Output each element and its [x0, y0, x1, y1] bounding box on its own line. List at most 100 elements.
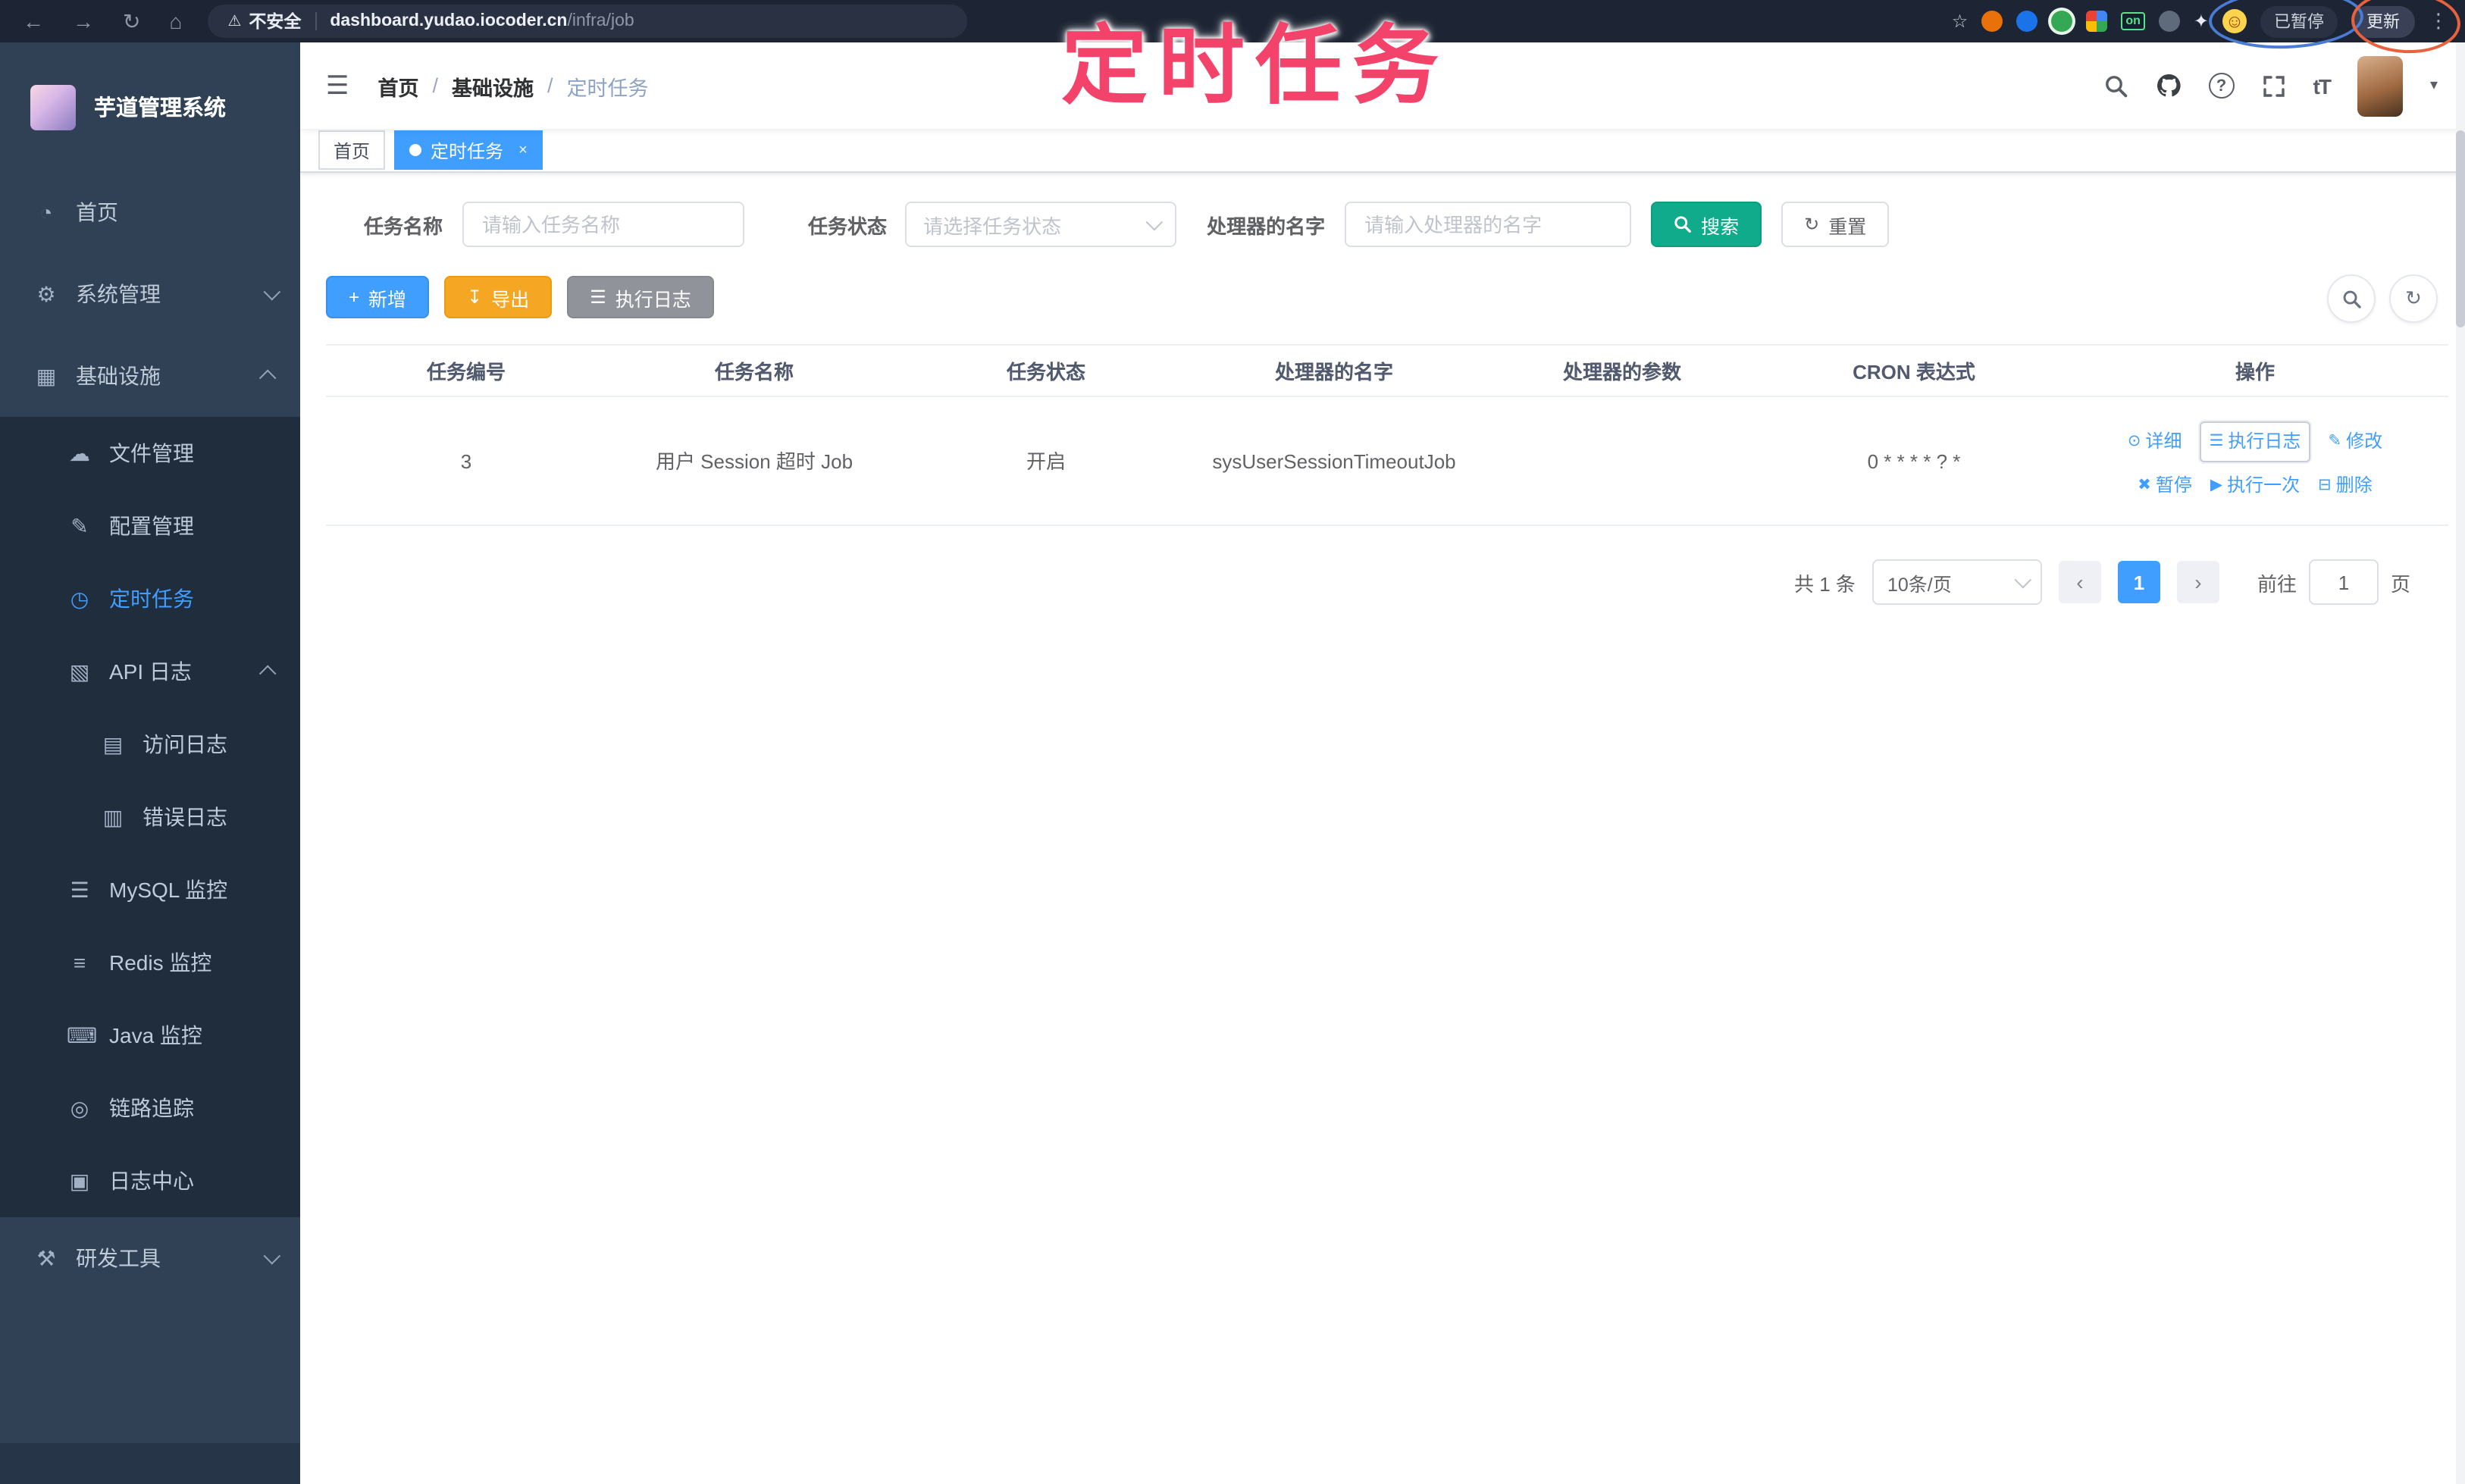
- security-label[interactable]: 不安全: [249, 9, 301, 33]
- next-page-button[interactable]: ›: [2176, 561, 2219, 603]
- sidebar-item-log-center[interactable]: ▣ 日志中心: [0, 1144, 300, 1217]
- app-frame: 芋道管理系统 ◔ 首页 ⚙ 系统管理 ▦ 基础设施 ☁ 文件管理 ✎ 配置管理 …: [0, 42, 2465, 1484]
- address-bar[interactable]: ⚠ 不安全 dashboard.yudao.iocoder.cn /infra/…: [208, 5, 968, 38]
- extension-blue-icon[interactable]: [2016, 11, 2038, 32]
- search-button[interactable]: 搜索: [1651, 202, 1762, 247]
- sidebar-item-trace[interactable]: ◎ 链路追踪: [0, 1072, 300, 1144]
- browser-extensions: ☆ on ✦ ☺ 已暂停 更新 ⋮: [1952, 5, 2453, 37]
- extension-on-badge-icon[interactable]: on: [2121, 12, 2145, 30]
- toggle-search-icon[interactable]: [2327, 274, 2376, 323]
- sidebar-submenu-infra: ☁ 文件管理 ✎ 配置管理 ◷ 定时任务 ▧ API 日志 ▤ 访问日志 ▥ 错…: [0, 417, 300, 1217]
- app-logo[interactable]: 芋道管理系统: [0, 42, 300, 171]
- extensions-puzzle-icon[interactable]: ✦: [2194, 11, 2209, 32]
- sidebar-item-file-manage[interactable]: ☁ 文件管理: [0, 417, 300, 490]
- stack-icon: ≡: [73, 950, 86, 975]
- reset-button[interactable]: ↻ 重置: [1781, 202, 1890, 247]
- cell-actions: ⊙ 详细 ☰ 执行日志 ✎ 修改 ✖ 暂停 ▶ 执行一次 ⊟ 删除: [2062, 396, 2448, 526]
- sidebar-collapse-icon[interactable]: ☰: [326, 73, 349, 99]
- avatar-caret-down-icon[interactable]: ▾: [2430, 77, 2438, 94]
- sidebar-item-scheduled-job[interactable]: ◷ 定时任务: [0, 562, 300, 635]
- sidebar-item-label: 链路追踪: [109, 1096, 194, 1120]
- forward-icon[interactable]: →: [73, 11, 94, 32]
- page-number-1[interactable]: 1: [2117, 561, 2160, 603]
- sync-paused-chip[interactable]: 已暂停: [2260, 5, 2338, 37]
- pagination-total: 共 1 条: [1794, 572, 1856, 595]
- profile-emoji-avatar[interactable]: ☺: [2222, 9, 2247, 33]
- error-log-icon: ▥: [102, 804, 124, 828]
- close-icon[interactable]: ×: [518, 142, 528, 158]
- page-size-select[interactable]: 10条/页: [1871, 559, 2042, 605]
- clock-icon: ◷: [70, 586, 89, 610]
- sidebar-item-java-monitor[interactable]: ⌨ Java 监控: [0, 999, 300, 1072]
- eye-icon: ⊙: [2127, 431, 2141, 449]
- export-button[interactable]: ↧ 导出: [444, 276, 553, 318]
- download-icon: ↧: [467, 286, 483, 308]
- table-tools: ↻: [2327, 274, 2438, 323]
- sidebar-item-label: Redis 监控: [109, 950, 212, 975]
- fullscreen-icon[interactable]: [2262, 74, 2286, 98]
- breadcrumb: 首页 / 基础设施 / 定时任务: [378, 70, 649, 101]
- help-icon[interactable]: ?: [2208, 73, 2235, 99]
- pause-link[interactable]: ✖ 暂停: [2138, 469, 2192, 501]
- home-icon[interactable]: ⌂: [169, 11, 182, 32]
- sidebar-item-config-manage[interactable]: ✎ 配置管理: [0, 490, 300, 562]
- tab-home[interactable]: 首页: [318, 130, 386, 170]
- table-header-row: 任务编号 任务名称 任务状态 处理器的名字 处理器的参数 CRON 表达式 操作: [326, 344, 2448, 397]
- edit-link[interactable]: ✎ 修改: [2328, 425, 2382, 457]
- url-divider: [315, 12, 317, 30]
- extension-grid-icon[interactable]: [2086, 11, 2108, 32]
- browser-menu-icon[interactable]: ⋮: [2429, 9, 2448, 33]
- edit-icon: ✎: [2328, 431, 2342, 449]
- breadcrumb-home[interactable]: 首页: [378, 70, 419, 101]
- font-size-icon[interactable]: tT: [2313, 74, 2332, 98]
- refresh-icon[interactable]: ↻: [2389, 274, 2438, 323]
- extension-green-icon[interactable]: [2051, 11, 2073, 32]
- prev-page-button[interactable]: ‹: [2058, 561, 2101, 603]
- reload-icon[interactable]: ↻: [123, 11, 140, 32]
- breadcrumb-infra[interactable]: 基础设施: [452, 70, 534, 101]
- user-avatar[interactable]: [2357, 55, 2403, 116]
- handler-name-input[interactable]: [1345, 202, 1632, 247]
- sidebar-item-api-log[interactable]: ▧ API 日志: [0, 635, 300, 708]
- update-button[interactable]: 更新: [2351, 5, 2415, 37]
- github-icon[interactable]: [2156, 73, 2182, 99]
- cell-handler-name: sysUserSessionTimeoutJob: [1190, 396, 1478, 526]
- screen: ← → ↻ ⌂ ⚠ 不安全 dashboard.yudao.iocoder.cn…: [0, 0, 2465, 1484]
- chevron-up-icon: [258, 665, 277, 683]
- job-status-select[interactable]: 请选择任务状态: [905, 202, 1177, 247]
- sidebar-item-system[interactable]: ⚙ 系统管理: [0, 253, 300, 335]
- sidebar-item-infra[interactable]: ▦ 基础设施: [0, 335, 300, 417]
- extension-monkey-icon[interactable]: [2158, 11, 2180, 32]
- add-button[interactable]: + 新增: [326, 276, 430, 318]
- extension-orange-icon[interactable]: [1981, 11, 2003, 32]
- bookmark-star-icon[interactable]: ☆: [1952, 11, 1969, 32]
- sidebar-item-label: 配置管理: [109, 514, 194, 538]
- delete-link[interactable]: ⊟ 删除: [2318, 469, 2373, 501]
- back-icon[interactable]: ←: [23, 11, 44, 32]
- sidebar-item-home[interactable]: ◔ 首页: [0, 171, 300, 253]
- sidebar-item-error-log[interactable]: ▥ 错误日志: [0, 781, 300, 853]
- col-job-status: 任务状态: [902, 344, 1190, 397]
- exec-log-button[interactable]: ☰ 执行日志: [567, 276, 714, 318]
- sidebar-item-access-log[interactable]: ▤ 访问日志: [0, 708, 300, 781]
- sidebar-item-label: 错误日志: [143, 805, 227, 829]
- run-once-link[interactable]: ▶ 执行一次: [2210, 469, 2300, 501]
- sidebar-item-mysql-monitor[interactable]: ☰ MySQL 监控: [0, 853, 300, 926]
- header-actions: ? tT ▾: [2104, 55, 2438, 116]
- sidebar-bottom-strip: [0, 1443, 300, 1484]
- tab-scheduled-job[interactable]: 定时任务 ×: [394, 130, 543, 170]
- job-status-label: 任务状态: [808, 214, 888, 237]
- job-name-input[interactable]: [462, 202, 745, 247]
- chevron-up-icon: [258, 369, 277, 387]
- delete-link-label: 删除: [2335, 474, 2373, 495]
- scrollbar-track[interactable]: [2456, 42, 2465, 1484]
- cell-job-name: 用户 Session 超时 Job: [606, 396, 902, 526]
- exec-log-link[interactable]: ☰ 执行日志: [2200, 421, 2310, 462]
- scrollbar-thumb[interactable]: [2456, 130, 2465, 327]
- search-icon[interactable]: [2104, 74, 2128, 98]
- sidebar-item-dev-tools[interactable]: ⚒ 研发工具: [0, 1217, 300, 1299]
- detail-link[interactable]: ⊙ 详细: [2128, 425, 2182, 457]
- sidebar-item-redis-monitor[interactable]: ≡ Redis 监控: [0, 926, 300, 999]
- goto-page-input[interactable]: [2308, 559, 2379, 605]
- annotation-title: 定时任务: [1061, 18, 1449, 115]
